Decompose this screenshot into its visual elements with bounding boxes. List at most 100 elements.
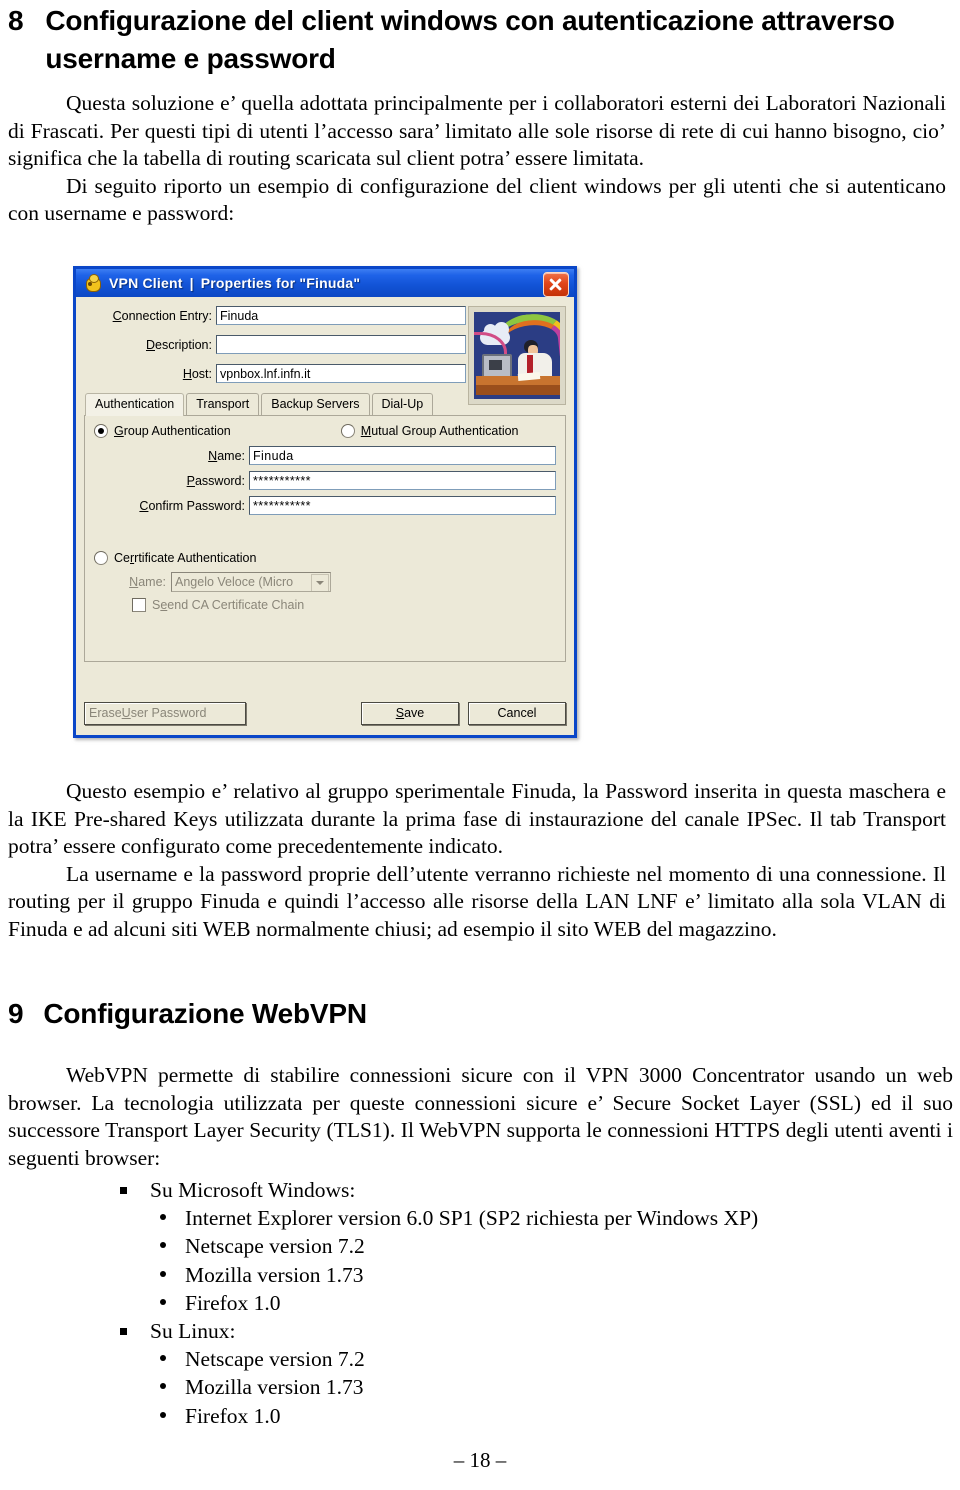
confirm-password-row: Confirm Password: *********** bbox=[94, 496, 556, 515]
round-bullet-icon bbox=[160, 1411, 166, 1418]
certificate-name-select[interactable]: Angelo Veloce (Micro bbox=[171, 572, 331, 592]
list-item-browser: Internet Explorer version 6.0 SP1 (SP2 r… bbox=[8, 1204, 808, 1232]
round-bullet-icon bbox=[160, 1355, 166, 1362]
browser-label: Netscape version 7.2 bbox=[185, 1234, 365, 1259]
authentication-tab-panel: Group Authentication Mutual Group Authen… bbox=[84, 416, 566, 662]
send-ca-chain-label: Seend CA Certificate Chain bbox=[152, 598, 305, 612]
dialog-button-bar: Erase User Password Save Cancel bbox=[84, 701, 566, 725]
host-input[interactable]: vpnbox.lnf.infn.it bbox=[216, 364, 466, 383]
save-button[interactable]: Save bbox=[361, 701, 459, 725]
close-icon[interactable] bbox=[543, 272, 569, 297]
list-item-browser: Mozilla version 1.73 bbox=[8, 1373, 808, 1401]
group-name-label: Name: bbox=[208, 448, 245, 463]
browser-label: Firefox 1.0 bbox=[185, 1290, 281, 1315]
group-password-input[interactable]: *********** bbox=[249, 471, 556, 490]
round-bullet-icon bbox=[160, 1242, 166, 1249]
section-9-paragraph-1: WebVPN permette di stabilire connessioni… bbox=[8, 1063, 953, 1170]
description-row: Description: bbox=[84, 335, 466, 354]
round-bullet-icon bbox=[160, 1270, 166, 1277]
host-row: Host: vpnbox.lnf.infn.it bbox=[84, 364, 466, 383]
mutual-group-authentication-radio[interactable]: Mutual Group Authentication bbox=[340, 424, 519, 438]
dialog-app-name: VPN Client bbox=[109, 275, 183, 291]
list-item-browser: Firefox 1.0 bbox=[8, 1289, 808, 1317]
certificate-auth-radio-row: Cerrtificate Authentication bbox=[94, 551, 556, 565]
section-8-paragraph-1: Questa soluzione e’ quella adottata prin… bbox=[8, 91, 946, 170]
group-password-row: Password: *********** bbox=[94, 471, 556, 490]
list-item-browser: Mozilla version 1.73 bbox=[8, 1261, 808, 1289]
connection-entry-input[interactable]: Finuda bbox=[216, 306, 466, 325]
browser-label: Firefox 1.0 bbox=[185, 1403, 281, 1428]
dialog-title-separator: | bbox=[189, 275, 194, 291]
certificate-authentication-label: Cerrtificate Authentication bbox=[114, 551, 257, 565]
tab-authentication[interactable]: Authentication bbox=[85, 393, 185, 416]
certificate-name-row: Name: Angelo Veloce (Micro bbox=[94, 572, 556, 592]
vpn-connection-illustration bbox=[468, 306, 566, 405]
tab-backup-servers[interactable]: Backup Servers bbox=[261, 393, 370, 415]
connection-entry-label: Connection Entry: bbox=[112, 308, 212, 323]
section-8-caption-2: La username e la password proprie dell’u… bbox=[8, 861, 946, 941]
section-9-number: 9 bbox=[8, 998, 24, 1029]
group-name-input[interactable]: Finuda bbox=[249, 446, 556, 465]
certificate-authentication-radio[interactable]: Cerrtificate Authentication bbox=[94, 551, 256, 565]
chevron-down-icon[interactable] bbox=[311, 574, 329, 591]
checkbox-icon-send-ca-chain bbox=[132, 598, 146, 612]
platform-label: Su Linux: bbox=[150, 1319, 236, 1344]
description-label: Description: bbox=[145, 337, 212, 352]
section-9-heading: 9 Configurazione WebVPN bbox=[8, 995, 908, 1033]
section-8-paragraph-2: Di seguito riporto un esempio di configu… bbox=[8, 173, 946, 226]
document-page: 8 Configurazione del client windows con … bbox=[0, 0, 960, 1490]
vpn-client-properties-dialog: VPN Client | Properties for "Finuda" Con… bbox=[73, 266, 577, 738]
list-item-platform: Su Linux: bbox=[8, 1317, 808, 1345]
round-bullet-icon bbox=[160, 1214, 166, 1221]
tab-transport[interactable]: Transport bbox=[186, 393, 260, 415]
section-8-intro: Questa soluzione e’ quella adottata prin… bbox=[8, 90, 946, 228]
browser-label: Internet Explorer version 6.0 SP1 (SP2 r… bbox=[185, 1206, 759, 1231]
send-ca-chain-row[interactable]: Seend CA Certificate Chain bbox=[94, 598, 556, 612]
radio-icon-certificate-auth bbox=[94, 551, 108, 565]
group-name-row: Name: Finuda bbox=[94, 446, 556, 465]
dialog-document-title: Properties for "Finuda" bbox=[200, 275, 361, 291]
round-bullet-icon bbox=[160, 1383, 166, 1390]
browser-label: Netscape version 7.2 bbox=[185, 1347, 365, 1372]
round-bullet-icon bbox=[160, 1298, 166, 1305]
radio-icon-mutual-group-auth bbox=[340, 424, 355, 438]
vpn-client-icon bbox=[84, 274, 102, 292]
dialog-titlebar[interactable]: VPN Client | Properties for "Finuda" bbox=[73, 266, 577, 297]
section-9-intro: WebVPN permette di stabilire connessioni… bbox=[8, 1062, 953, 1172]
certificate-name-value: Angelo Veloce (Micro bbox=[175, 575, 294, 589]
group-authentication-radio[interactable]: Group Authentication bbox=[94, 424, 231, 438]
cancel-button[interactable]: Cancel bbox=[468, 701, 566, 725]
platform-label: Su Microsoft Windows: bbox=[150, 1178, 356, 1202]
square-bullet-icon bbox=[120, 1187, 127, 1194]
dialog-body: Connection Entry: Finuda Description: Ho… bbox=[76, 297, 574, 735]
mutual-group-authentication-label: Mutual Group Authentication bbox=[360, 424, 519, 438]
list-item-platform: Su Microsoft Windows: bbox=[8, 1176, 808, 1204]
browser-label: Mozilla version 1.73 bbox=[185, 1262, 364, 1287]
auth-mode-radio-group: Group Authentication Mutual Group Authen… bbox=[94, 424, 556, 438]
browser-support-list: Su Microsoft Windows: Internet Explorer … bbox=[8, 1176, 808, 1430]
confirm-password-label: Confirm Password: bbox=[139, 498, 245, 513]
radio-icon-group-auth bbox=[94, 424, 108, 438]
connection-entry-row: Connection Entry: Finuda bbox=[84, 306, 466, 325]
tab-dial-up[interactable]: Dial-Up bbox=[371, 393, 434, 415]
group-password-label: Password: bbox=[186, 473, 245, 488]
host-label: Host: bbox=[182, 366, 212, 381]
confirm-password-input[interactable]: *********** bbox=[249, 496, 556, 515]
browser-label: Mozilla version 1.73 bbox=[185, 1375, 364, 1400]
erase-user-password-button[interactable]: Erase User Password bbox=[84, 701, 246, 725]
section-8-number: 8 bbox=[8, 5, 24, 36]
list-item-browser: Netscape version 7.2 bbox=[8, 1232, 808, 1260]
page-number-footer: – 18 – bbox=[453, 1448, 507, 1472]
certificate-name-label: Name: bbox=[129, 575, 166, 589]
section-8-title: Configurazione del client windows con au… bbox=[45, 5, 895, 74]
certificate-authentication-section: Cerrtificate Authentication Name: Angelo… bbox=[94, 551, 556, 612]
section-8-heading: 8 Configurazione del client windows con … bbox=[8, 2, 918, 78]
dialog-title: VPN Client | Properties for "Finuda" bbox=[109, 275, 360, 291]
section-9-title: Configurazione WebVPN bbox=[43, 998, 367, 1029]
section-8-caption-1: Questo esempio e’ relativo al gruppo spe… bbox=[8, 779, 946, 858]
section-8-captions: Questo esempio e’ relativo al gruppo spe… bbox=[8, 778, 946, 943]
list-item-browser: Firefox 1.0 bbox=[8, 1402, 808, 1430]
square-bullet-icon bbox=[120, 1328, 127, 1336]
group-authentication-label: Group Authentication bbox=[114, 424, 231, 438]
description-input[interactable] bbox=[216, 335, 466, 354]
